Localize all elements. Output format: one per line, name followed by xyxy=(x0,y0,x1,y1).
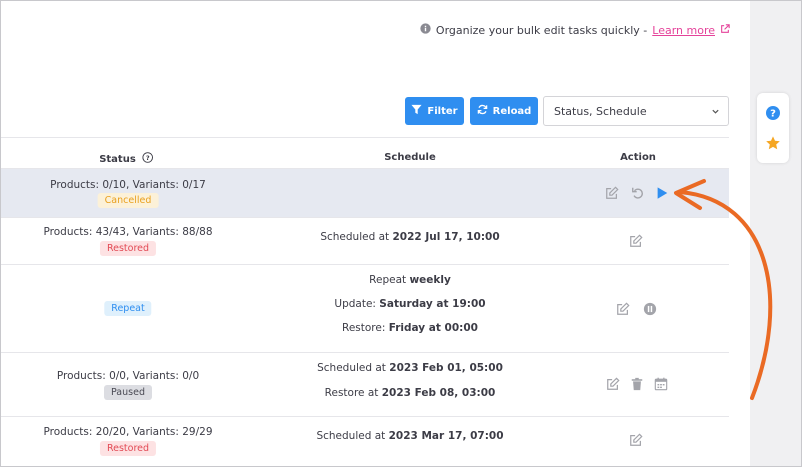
status-text: Products: 0/0, Variants: 0/0 xyxy=(56,370,200,382)
table-top-border xyxy=(0,137,729,138)
filter-button[interactable]: Filter xyxy=(405,97,464,125)
schedule-cell: Scheduled at 2022 Jul 17, 10:00 xyxy=(320,231,500,243)
info-text: Organize your bulk edit tasks quickly - xyxy=(435,23,648,37)
schedule-restore: Restore at 2023 Feb 08, 03:00 xyxy=(324,387,496,399)
funnel-icon xyxy=(411,104,422,118)
refresh-icon xyxy=(477,104,488,118)
schedule-update: Update: Saturday at 19:00 xyxy=(334,298,486,310)
status-badge: Cancelled xyxy=(97,193,159,208)
chevron-down-icon xyxy=(711,106,720,119)
header-status: Status ? xyxy=(99,152,153,166)
status-badge: Restored xyxy=(99,441,157,456)
columns-select[interactable]: Status, Schedule xyxy=(543,96,729,126)
status-badge: Repeat xyxy=(104,301,152,316)
info-line: Organize your bulk edit tasks quickly - … xyxy=(420,23,730,37)
schedule-repeat: Repeat weekly xyxy=(369,274,451,286)
edit-icon[interactable] xyxy=(606,377,620,391)
edit-icon[interactable] xyxy=(616,302,630,316)
svg-text:?: ? xyxy=(770,109,776,120)
status-badge: Paused xyxy=(104,385,152,400)
side-widget: ? xyxy=(757,93,789,163)
help-icon[interactable]: ? xyxy=(763,103,783,123)
status-badge: Restored xyxy=(99,241,157,256)
status-text: Products: 0/10, Variants: 0/17 xyxy=(50,179,206,191)
status-text: Products: 20/20, Variants: 29/29 xyxy=(43,426,213,438)
row-divider xyxy=(0,264,729,265)
undo-icon[interactable] xyxy=(631,186,645,200)
row-divider xyxy=(0,416,729,417)
status-text: Products: 43/43, Variants: 88/88 xyxy=(43,226,213,238)
schedule-restore: Restore: Friday at 00:00 xyxy=(342,322,478,334)
play-icon[interactable] xyxy=(655,186,669,200)
help-circle-icon[interactable]: ? xyxy=(142,152,153,166)
header-status-label: Status xyxy=(99,153,136,165)
row-divider xyxy=(0,217,729,218)
external-link-icon[interactable] xyxy=(720,23,730,37)
edit-icon[interactable] xyxy=(629,234,643,248)
learn-more-link[interactable]: Learn more xyxy=(652,24,715,37)
select-value: Status, Schedule xyxy=(554,104,647,118)
reload-button[interactable]: Reload xyxy=(470,97,538,125)
right-gutter xyxy=(750,0,802,467)
info-circle-icon xyxy=(420,23,431,37)
svg-text:?: ? xyxy=(145,154,149,162)
pause-icon[interactable] xyxy=(643,302,657,316)
schedule-start: Scheduled at 2023 Feb 01, 05:00 xyxy=(317,362,503,374)
row-divider xyxy=(0,352,729,353)
schedule-cell: Scheduled at 2023 Mar 17, 07:00 xyxy=(316,430,504,442)
header-schedule: Schedule xyxy=(384,152,436,163)
filter-label: Filter xyxy=(427,105,458,117)
reload-label: Reload xyxy=(492,105,532,117)
star-icon[interactable] xyxy=(763,133,783,153)
header-action: Action xyxy=(620,152,656,163)
edit-icon[interactable] xyxy=(605,186,619,200)
edit-icon[interactable] xyxy=(629,433,643,447)
calendar-icon[interactable] xyxy=(654,377,668,391)
trash-icon[interactable] xyxy=(630,377,644,391)
